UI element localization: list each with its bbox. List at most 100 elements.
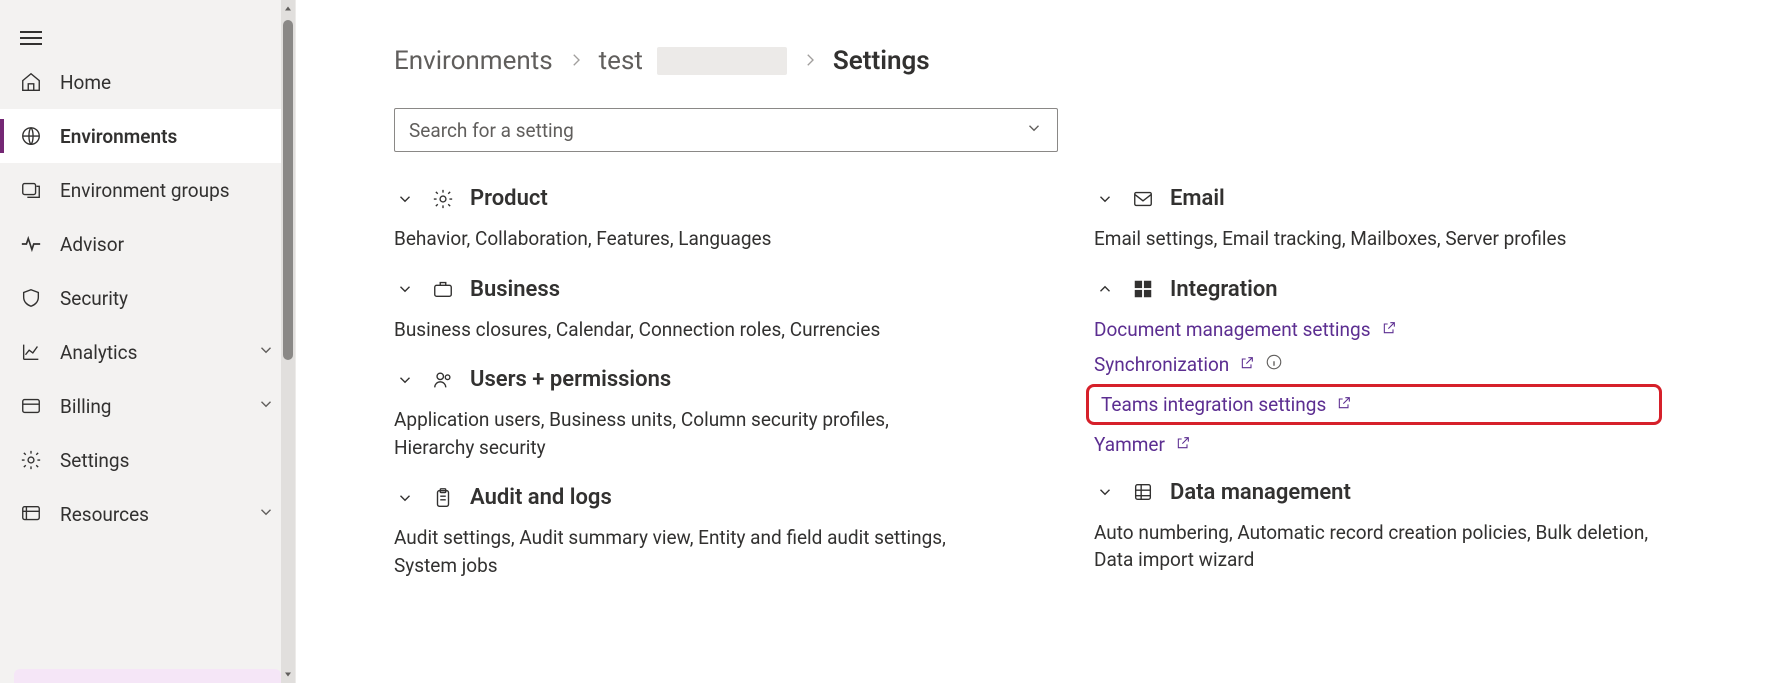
settings-column-left: Product Behavior, Collaboration, Features… (394, 180, 954, 597)
windows-icon (1132, 278, 1154, 300)
chevron-down-icon (394, 487, 416, 509)
sidebar-item-label: Billing (60, 395, 111, 418)
briefcase-icon (432, 278, 454, 300)
hamburger-menu-button[interactable] (20, 31, 42, 45)
sidebar-item-label: Advisor (60, 233, 124, 256)
section-summary: Application users, Business units, Colum… (394, 406, 954, 461)
chevron-down-icon (394, 188, 416, 210)
chevron-up-icon (1094, 278, 1116, 300)
settings-link-teams-integration-settings[interactable]: Teams integration settings (1101, 393, 1352, 416)
breadcrumb-item[interactable]: Environments (394, 46, 553, 76)
settings-link-yammer[interactable]: Yammer (1094, 433, 1654, 456)
sidebar-item-label: Home (60, 71, 111, 94)
sidebar-nav: Home Environments Environment groups Adviso… (0, 55, 295, 541)
link-label: Yammer (1094, 433, 1165, 456)
section-link-list: Document management settings Synchronizat… (1094, 318, 1654, 456)
chevron-down-icon (257, 341, 275, 364)
sidebar-item-home[interactable]: Home (0, 55, 295, 109)
sidebar-item-environment-groups[interactable]: Environment groups (0, 163, 295, 217)
settings-link-synchronization[interactable]: Synchronization (1094, 353, 1654, 376)
section-summary: Business closures, Calendar, Connection … (394, 316, 954, 344)
external-link-icon (1175, 433, 1191, 456)
billing-icon (20, 395, 42, 417)
sidebar-item-billing[interactable]: Billing (0, 379, 295, 433)
highlighted-link: Teams integration settings (1086, 384, 1662, 425)
people-icon (432, 369, 454, 391)
section-header-data[interactable]: Data management (1094, 474, 1654, 511)
section-summary: Email settings, Email tracking, Mailboxe… (1094, 225, 1654, 253)
clipboard-icon (432, 487, 454, 509)
sidebar-item-environments[interactable]: Environments (0, 109, 295, 163)
link-label: Synchronization (1094, 353, 1229, 376)
info-icon[interactable] (1265, 353, 1283, 376)
breadcrumb-item[interactable]: test (599, 46, 643, 76)
settings-search-combobox[interactable]: Search for a setting (394, 108, 1058, 152)
settings-section-users: Users + permissions Application users, Bu… (394, 361, 954, 461)
sidebar-item-label: Settings (60, 449, 129, 472)
sidebar-item-label: Environments (60, 125, 177, 148)
sidebar-item-label: Security (60, 287, 128, 310)
chevron-down-icon (394, 369, 416, 391)
link-label: Teams integration settings (1101, 393, 1326, 416)
sidebar-scrollbar (281, 0, 295, 683)
sidebar-item-advisor[interactable]: Advisor (0, 217, 295, 271)
sidebar-item-settings[interactable]: Settings (0, 433, 295, 487)
section-header-product[interactable]: Product (394, 180, 954, 217)
section-header-business[interactable]: Business (394, 271, 954, 308)
section-title: Integration (1170, 277, 1278, 302)
scroll-up-button[interactable] (281, 0, 295, 18)
section-header-integration[interactable]: Integration (1094, 271, 1654, 308)
external-link-icon (1336, 393, 1352, 416)
sidebar-item-label: Resources (60, 503, 149, 526)
link-label: Document management settings (1094, 318, 1371, 341)
section-title: Business (470, 277, 560, 302)
settings-section-product: Product Behavior, Collaboration, Features… (394, 180, 954, 253)
sidebar: Home Environments Environment groups Adviso… (0, 0, 296, 683)
settings-section-data: Data managementAuto numbering, Automatic… (1094, 474, 1654, 574)
sidebar-item-security[interactable]: Security (0, 271, 295, 325)
shield-icon (20, 287, 42, 309)
section-title: Email (1170, 186, 1225, 211)
sidebar-bottom-card (14, 669, 281, 683)
section-header-users[interactable]: Users + permissions (394, 361, 954, 398)
globe-icon (20, 125, 42, 147)
sidebar-item-label: Analytics (60, 341, 137, 364)
main-content: Environments test Settings Search for a se… (296, 0, 1769, 683)
sidebar-item-analytics[interactable]: Analytics (0, 325, 295, 379)
gear-icon (20, 449, 42, 471)
section-header-email[interactable]: Email (1094, 180, 1654, 217)
chevron-down-icon (257, 503, 275, 526)
mail-icon (1132, 188, 1154, 210)
chevron-down-icon (394, 278, 416, 300)
section-title: Audit and logs (470, 485, 612, 510)
home-icon (20, 71, 42, 93)
breadcrumb-separator (801, 46, 819, 76)
section-title: Product (470, 186, 548, 211)
sidebar-item-resources[interactable]: Resources (0, 487, 295, 541)
resources-icon (20, 503, 42, 525)
scroll-down-button[interactable] (281, 665, 295, 683)
settings-section-audit: Audit and logsAudit settings, Audit summ… (394, 479, 954, 579)
section-summary: Behavior, Collaboration, Features, Langu… (394, 225, 954, 253)
section-title: Data management (1170, 480, 1351, 505)
settings-section-integration: Integration Document management settings S… (1094, 271, 1654, 456)
chevron-down-icon (1025, 119, 1043, 142)
breadcrumb-item: Settings (833, 46, 930, 76)
scrollbar-thumb[interactable] (283, 20, 293, 360)
chevron-down-icon (257, 395, 275, 418)
section-header-audit[interactable]: Audit and logs (394, 479, 954, 516)
redacted-text (657, 47, 787, 75)
sidebar-item-label: Environment groups (60, 179, 230, 202)
analytics-icon (20, 341, 42, 363)
section-title: Users + permissions (470, 367, 671, 392)
breadcrumb-separator (567, 46, 585, 76)
search-placeholder: Search for a setting (409, 119, 1025, 142)
settings-section-business: Business Business closures, Calendar, Con… (394, 271, 954, 344)
breadcrumb: Environments test Settings (394, 46, 1709, 76)
app-root: Home Environments Environment groups Adviso… (0, 0, 1769, 683)
chevron-down-icon (1094, 188, 1116, 210)
gear-icon (432, 188, 454, 210)
settings-link-document-management-settings[interactable]: Document management settings (1094, 318, 1654, 341)
settings-section-email: Email Email settings, Email tracking, Mai… (1094, 180, 1654, 253)
settings-columns: Product Behavior, Collaboration, Features… (394, 180, 1709, 597)
